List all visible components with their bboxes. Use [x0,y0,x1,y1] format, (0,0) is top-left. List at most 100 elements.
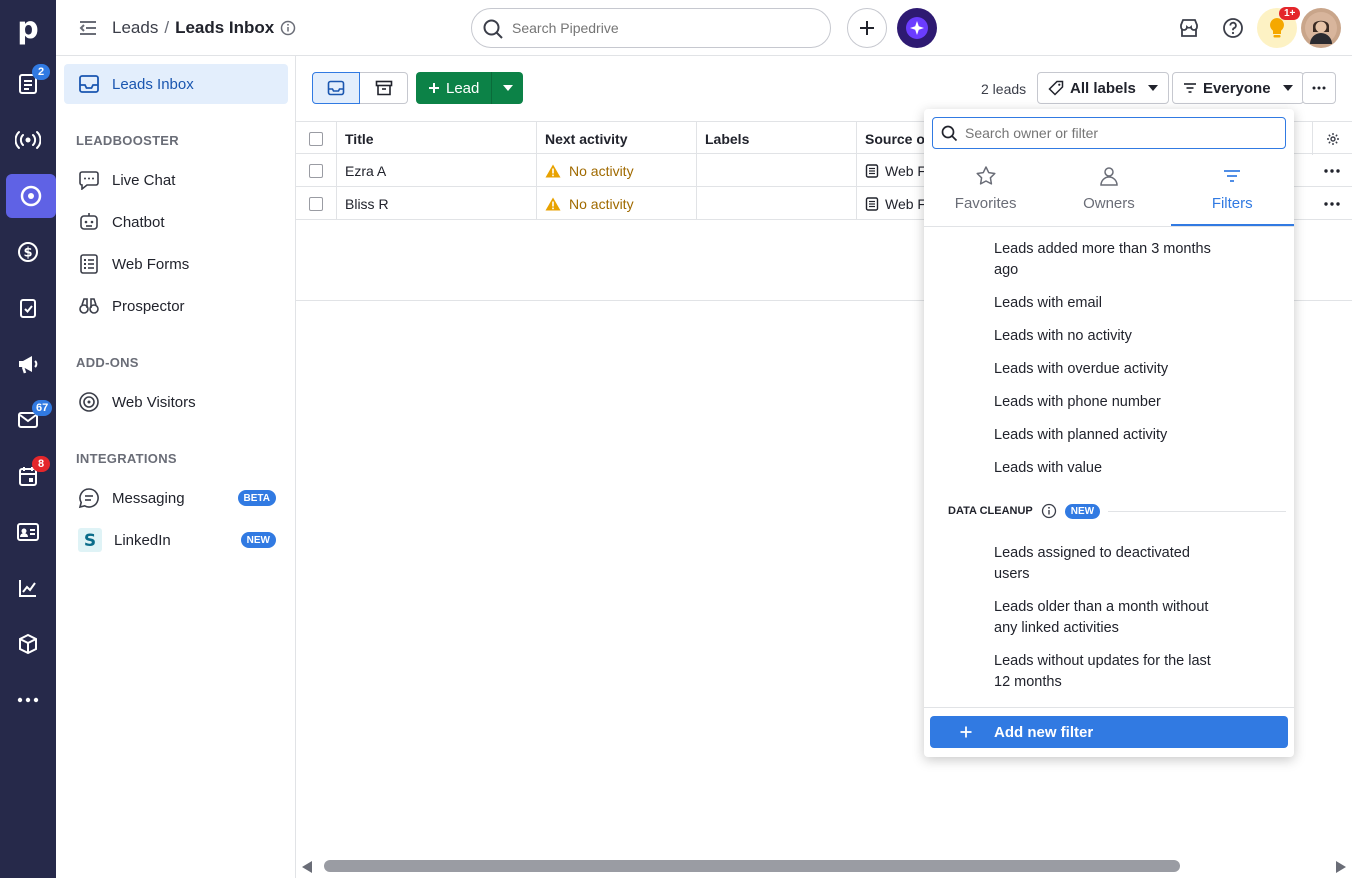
collapse-sidebar-button[interactable] [78,19,98,37]
labels-cell[interactable] [697,154,857,187]
tab-label: Owners [1083,195,1135,212]
info-icon[interactable] [1041,503,1057,519]
sidebar-item-prospector[interactable]: Prospector [64,286,288,326]
row-checkbox[interactable] [309,163,323,178]
logo-letter: p [17,10,39,46]
filter-item[interactable]: Leads without updates for the last 12 mo… [994,651,1214,693]
rail-more[interactable] [0,676,56,724]
svg-text:S: S [84,531,96,551]
user-avatar[interactable] [1301,8,1341,48]
scrollbar-thumb[interactable] [324,860,1180,872]
scroll-left-arrow-icon[interactable] [302,861,312,873]
rail-campaigns[interactable] [0,340,56,388]
inbox-view-button[interactable] [312,72,360,104]
column-header-next-activity[interactable]: Next activity [537,122,697,155]
more-horizontal-icon [1324,201,1340,206]
caret-down-icon [1147,85,1158,91]
sidebar-item-messaging[interactable]: Messaging BETA [64,478,288,518]
sidebar-item-label: Web Visitors [112,393,196,411]
breadcrumb-leads[interactable]: Leads [112,18,158,38]
next-activity-cell: No activity [537,187,697,220]
section-addons: ADD-ONS [76,355,139,370]
column-header-title[interactable]: Title [337,122,537,155]
rail-calendar[interactable]: 8 [0,452,56,500]
rail-deals[interactable]: 2 [0,60,56,108]
sidebar-item-leads-inbox[interactable]: Leads Inbox [64,64,288,104]
help-icon [1223,18,1243,38]
marketplace-button[interactable] [1169,8,1209,48]
sidebar-item-live-chat[interactable]: Live Chat [64,160,288,200]
more-options-button[interactable] [1302,72,1336,104]
section-leadbooster: LEADBOOSTER [76,133,179,148]
filter-item[interactable]: Leads added more than 3 months ago [994,239,1214,281]
plus-icon [429,83,439,93]
rail-mail[interactable]: 67 [0,396,56,444]
filter-item[interactable]: Leads assigned to deactivated users [994,543,1214,585]
add-lead-button[interactable]: Lead [416,72,492,104]
filter-search[interactable] [932,117,1286,149]
view-toggle [312,72,408,104]
filter-item[interactable]: Leads with email [994,293,1214,314]
rail-broadcast[interactable] [0,116,56,164]
sidebar-item-linkedin[interactable]: S LinkedIn NEW [64,520,288,560]
row-actions-button[interactable] [1312,154,1352,187]
sidebar-item-label: Prospector [112,297,185,315]
help-button[interactable] [1213,8,1253,48]
more-horizontal-icon [1312,86,1326,90]
rail-contacts[interactable] [0,508,56,556]
column-header-labels[interactable]: Labels [697,122,857,155]
ai-assistant-button[interactable] [897,8,937,48]
scroll-right-arrow-icon[interactable] [1336,861,1346,873]
owner-filter-button[interactable]: Everyone [1172,72,1304,104]
rail-insights[interactable] [0,564,56,612]
sidebar-item-web-visitors[interactable]: Web Visitors [64,382,288,422]
rail-deals-money[interactable]: $ [0,228,56,276]
lead-title[interactable]: Bliss R [337,187,537,220]
sidebar-item-chatbot[interactable]: Chatbot [64,202,288,242]
tab-favorites[interactable]: Favorites [924,161,1047,226]
tab-filters[interactable]: Filters [1170,161,1294,226]
tab-label: Filters [1211,195,1253,212]
archive-view-button[interactable] [360,72,408,104]
add-new-filter-button[interactable]: Add new filter [930,716,1288,748]
filter-item[interactable]: Leads with phone number [994,392,1214,413]
row-checkbox[interactable] [309,196,323,211]
filter-search-input[interactable] [965,125,1265,141]
search-input[interactable] [512,20,802,36]
page-title: Leads Inbox [175,18,275,37]
message-icon [78,488,99,509]
global-search[interactable] [471,8,831,48]
labels-filter-button[interactable]: All labels [1037,72,1169,104]
add-lead-label: Lead [446,79,480,97]
megaphone-icon [19,356,38,374]
rail-leads[interactable] [6,174,56,218]
sidebar-item-web-forms[interactable]: Web Forms [64,244,288,284]
row-actions-button[interactable] [1312,187,1352,220]
svg-text:$: $ [23,246,32,261]
star-icon [976,166,996,185]
rail-products[interactable] [0,620,56,668]
filter-item[interactable]: Leads with overdue activity [994,359,1214,380]
quick-add-button[interactable] [847,8,887,48]
add-lead-dropdown[interactable] [491,72,524,104]
robot-icon [80,213,98,230]
pipedrive-logo[interactable]: p [0,0,56,56]
select-all-checkbox[interactable] [309,131,323,146]
leads-sidebar: Leads Inbox LEADBOOSTER Live Chat Chatbo… [56,56,296,878]
column-settings-button[interactable] [1312,122,1352,155]
rail-activities[interactable] [0,284,56,332]
tips-button[interactable]: 1+ [1257,7,1301,48]
filter-item[interactable]: Leads with planned activity [994,425,1214,446]
filter-item[interactable]: Leads older than a month without any lin… [994,597,1214,639]
tab-owners[interactable]: Owners [1047,161,1170,226]
sidebar-item-label: Live Chat [112,171,176,189]
caret-down-icon [1282,85,1293,91]
filter-item[interactable]: Leads with no activity [994,326,1214,347]
labels-cell[interactable] [697,187,857,220]
horizontal-scrollbar[interactable] [296,856,1352,878]
filter-item[interactable]: Leads with value [994,458,1214,479]
lead-title[interactable]: Ezra A [337,154,537,187]
info-icon[interactable] [280,20,296,36]
warning-icon [545,197,561,210]
section-divider [1108,510,1286,512]
